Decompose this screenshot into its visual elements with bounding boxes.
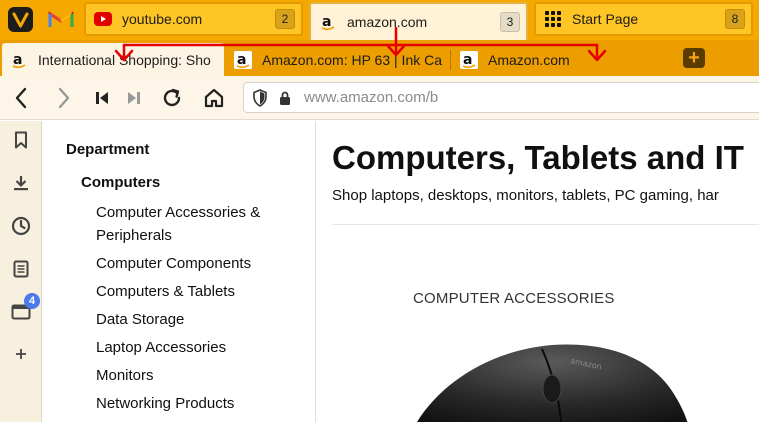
notes-panel-button[interactable]: [10, 258, 32, 280]
amazon-icon: a: [234, 50, 252, 69]
department-selected[interactable]: Computers: [81, 174, 160, 191]
tab-separator: [450, 50, 451, 70]
tab-stack-start-page[interactable]: Start Page 8: [534, 2, 753, 36]
back-arrow-icon: [15, 87, 27, 109]
tab-amazon-com[interactable]: a Amazon.com: [452, 43, 677, 76]
sub-tab-bar: a International Shopping: Sho a Amazon.c…: [0, 40, 759, 76]
forward-arrow-icon: [58, 87, 70, 109]
department-link[interactable]: Computers & Tablets: [96, 280, 296, 303]
plus-icon: +: [688, 47, 700, 69]
svg-text:a: a: [237, 52, 246, 68]
vivaldi-logo-icon: [12, 12, 29, 28]
add-web-panel-button[interactable]: [10, 343, 32, 365]
department-link[interactable]: Networking Products: [96, 392, 296, 415]
page-title: Computers, Tablets and IT: [332, 139, 744, 176]
tab-stack-label: youtube.com: [122, 11, 203, 27]
address-toolbar: www.amazon.com/b: [0, 76, 759, 120]
svg-text:a: a: [463, 52, 472, 68]
section-label[interactable]: COMPUTER ACCESSORIES: [413, 290, 615, 307]
tab-label: Amazon.com: HP 63 | Ink Ca: [262, 51, 443, 68]
new-tab-button[interactable]: +: [683, 48, 705, 68]
side-panel: 4: [0, 121, 42, 422]
back-button[interactable]: [9, 86, 33, 110]
gmail-icon[interactable]: [47, 9, 75, 29]
tab-count-badge: 2: [275, 9, 295, 29]
department-list: Computer Accessories & Peripherals Compu…: [96, 201, 296, 420]
bookmark-icon: [15, 131, 27, 149]
amazon-icon: a: [460, 50, 478, 69]
grid-icon: [544, 10, 562, 28]
department-link[interactable]: Monitors: [96, 364, 296, 387]
rewind-icon: [96, 92, 108, 104]
url-text: www.amazon.com/b: [304, 89, 439, 106]
history-panel-button[interactable]: [10, 215, 32, 237]
computer-mouse-image[interactable]: amazon: [402, 331, 759, 422]
forward-button[interactable]: [52, 86, 76, 110]
vivaldi-menu-button[interactable]: [8, 7, 33, 32]
amazon-icon: a: [10, 51, 28, 69]
notes-icon: [13, 260, 29, 278]
clock-icon: [11, 216, 31, 236]
youtube-icon: [94, 10, 112, 28]
department-link[interactable]: Data Storage: [96, 308, 296, 331]
bookmarks-panel-button[interactable]: [10, 129, 32, 151]
department-heading: Department: [66, 141, 150, 158]
shield-icon[interactable]: [252, 88, 268, 107]
tab-count-badge: 8: [725, 9, 745, 29]
tab-hp-ink[interactable]: a Amazon.com: HP 63 | Ink Ca: [226, 43, 451, 76]
svg-text:a: a: [13, 52, 22, 68]
tab-stack-amazon[interactable]: a amazon.com 3: [309, 2, 528, 40]
downloads-panel-button[interactable]: [10, 172, 32, 194]
fast-forward-button[interactable]: [122, 86, 146, 110]
department-link[interactable]: Computer Components: [96, 252, 296, 275]
tab-stack-bar: youtube.com 2 a amazon.com 3 Start Page: [0, 0, 759, 40]
home-button[interactable]: [202, 86, 226, 110]
amazon-icon: a: [319, 13, 337, 31]
tab-stack-label: Start Page: [572, 11, 639, 27]
reload-icon: [163, 88, 181, 107]
main-content: Computers, Tablets and IT Shop laptops, …: [332, 121, 759, 422]
tabs-count-badge: 4: [24, 293, 40, 309]
department-link[interactable]: Laptop Accessories: [96, 336, 296, 359]
reload-button[interactable]: [160, 86, 184, 110]
address-field[interactable]: www.amazon.com/b: [243, 82, 759, 113]
page-subtitle: Shop laptops, desktops, monitors, tablet…: [332, 187, 719, 204]
browser-window: youtube.com 2 a amazon.com 3 Start Page: [0, 0, 759, 422]
tab-label: Amazon.com: [488, 51, 570, 68]
download-icon: [14, 176, 28, 191]
fast-forward-icon: [128, 92, 140, 104]
web-page: Department Computers Computer Accessorie…: [43, 121, 759, 422]
tab-stack-label: amazon.com: [347, 14, 428, 30]
department-link[interactable]: Computer Accessories & Peripherals: [96, 201, 296, 247]
department-sidebar: Department Computers Computer Accessorie…: [43, 121, 316, 422]
tab-count-badge: 3: [500, 12, 520, 32]
divider: [332, 224, 759, 225]
tab-label: International Shopping: Sho: [38, 51, 211, 68]
plus-icon: [16, 349, 26, 359]
tab-international-shopping[interactable]: a International Shopping: Sho: [2, 43, 224, 76]
tab-stack-youtube[interactable]: youtube.com 2: [84, 2, 303, 36]
rewind-button[interactable]: [90, 86, 114, 110]
home-icon: [204, 88, 224, 108]
svg-text:a: a: [322, 14, 331, 30]
lock-icon[interactable]: [278, 90, 292, 106]
